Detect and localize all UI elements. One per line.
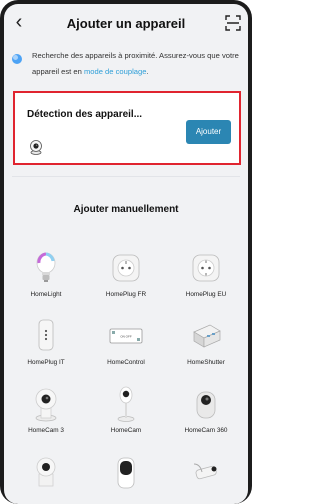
add-button[interactable]: Ajouter — [186, 120, 231, 144]
info-icon — [12, 54, 22, 64]
device-item-homeplug-eu[interactable]: HomePlug EU — [166, 236, 246, 302]
camera-icon — [117, 457, 135, 489]
pairing-mode-link[interactable]: mode de couplage — [84, 67, 147, 76]
control-module-icon: ON OFF — [109, 328, 143, 344]
device-label: HomePlug EU — [185, 291, 227, 298]
page-title: Ajouter un appareil — [66, 16, 186, 31]
camera-icon — [117, 386, 135, 422]
svg-text:ON OFF: ON OFF — [120, 335, 131, 339]
camera-icon — [30, 140, 42, 155]
device-item-homelight[interactable]: HomeLight — [6, 236, 86, 302]
divider — [12, 176, 240, 177]
device-label: HomeLight — [30, 291, 62, 298]
phone-frame: ‹ Ajouter un appareil Recherche des appa… — [0, 0, 252, 504]
device-item-homecam-360[interactable]: HomeCam 360 — [166, 372, 246, 438]
device-item-homeplug-fr[interactable]: HomePlug FR — [86, 236, 166, 302]
device-item-camera-partial-3[interactable] — [166, 440, 246, 504]
scan-icon[interactable] — [224, 14, 242, 32]
device-item-homeplug-it[interactable]: HomePlug IT — [6, 304, 86, 370]
info-text: Recherche des appareils à proximité. Ass… — [32, 51, 239, 76]
device-item-homeshutter[interactable]: HomeShutter — [166, 304, 246, 370]
device-label: HomeCam 3 — [28, 427, 64, 434]
camera-360-icon — [196, 391, 216, 419]
camera-icon — [36, 457, 56, 487]
device-label: HomeCam 360 — [184, 427, 228, 434]
device-item-homecontrol[interactable]: ON OFF HomeControl — [86, 304, 166, 370]
device-label: HomeShutter — [187, 359, 225, 366]
shutter-module-icon — [193, 324, 221, 348]
device-item-camera-partial-1[interactable] — [6, 440, 86, 504]
plug-eu-icon — [192, 254, 220, 282]
device-label: HomePlug FR — [105, 291, 147, 298]
header: ‹ Ajouter un appareil — [4, 4, 248, 42]
camera-icon — [35, 388, 57, 422]
device-item-homecam-3[interactable]: HomeCam 3 — [6, 372, 86, 438]
device-detection-card: Détection des appareil... Ajouter — [13, 91, 241, 165]
app-screen: ‹ Ajouter un appareil Recherche des appa… — [4, 4, 248, 504]
outdoor-camera-icon — [193, 463, 217, 480]
device-label: HomeControl — [107, 359, 145, 366]
device-label: HomePlug IT — [27, 359, 65, 366]
device-label: HomeCam — [110, 427, 142, 434]
detection-title: Détection des appareil... — [27, 109, 143, 120]
chevron-left-icon[interactable]: ‹ — [8, 12, 30, 34]
device-item-camera-partial-2[interactable] — [86, 440, 166, 504]
plug-it-icon — [38, 319, 54, 351]
manual-section-title: Ajouter manuellement — [73, 204, 179, 215]
plug-fr-icon — [112, 254, 140, 282]
info-banner: Recherche des appareils à proximité. Ass… — [10, 48, 242, 80]
bulb-icon — [36, 252, 56, 282]
device-item-homecam[interactable]: HomeCam — [86, 372, 166, 438]
